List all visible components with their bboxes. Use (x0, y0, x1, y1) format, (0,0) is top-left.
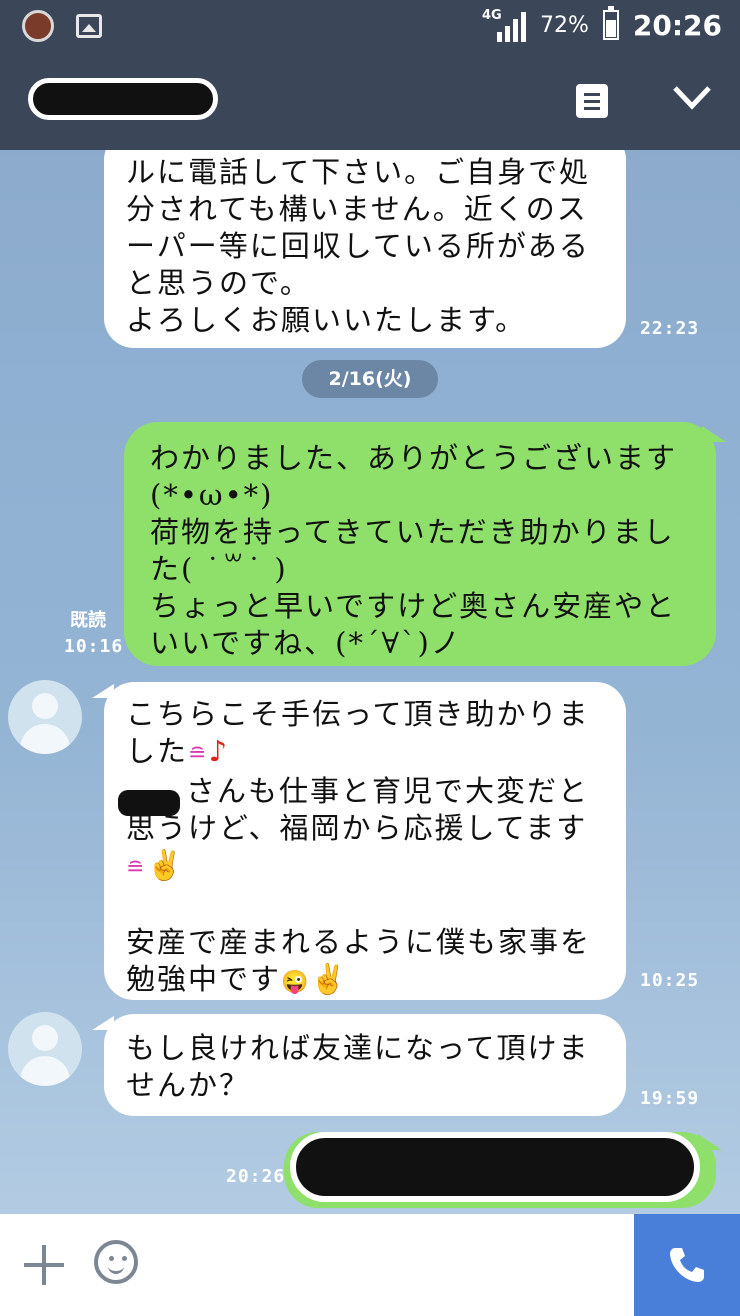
plus-icon[interactable] (22, 1243, 66, 1287)
read-receipt: 既読 (70, 610, 106, 631)
date-separator: 2/16(火) (302, 360, 438, 398)
message-line: こちらこそ手伝って頂き助かりま (126, 697, 590, 731)
signal-icon: 4G (482, 8, 526, 42)
smile-emoji-icon: ≘ (126, 856, 147, 881)
message-line: さんも仕事と育児で大変だと (186, 774, 590, 808)
contact-avatar[interactable] (8, 680, 82, 754)
status-clock: 20:26 (632, 8, 722, 42)
image-notification-icon (76, 14, 102, 38)
call-button[interactable] (634, 1214, 740, 1316)
smile-emoji-icon: ≘ (188, 742, 209, 767)
message-time: 22:23 (640, 318, 700, 339)
battery-icon (602, 6, 619, 40)
contact-avatar[interactable] (8, 1012, 82, 1086)
message-time: 10:25 (640, 970, 700, 991)
message-line: 安産で産まれるように僕も家事を (126, 925, 592, 959)
app-notification-icon (22, 10, 54, 42)
incoming-message[interactable]: もし良ければ友達になって頂けま せんか？ (104, 1014, 626, 1116)
message-time: 10:16 (64, 636, 124, 657)
status-bar: 4G 72% 20:26 (0, 0, 740, 52)
incoming-message[interactable]: ルに電話して下さい。ご自身で処 分されても構いません。近くのス ーパー等に回収し… (104, 150, 626, 348)
chat-messages[interactable]: ルに電話して下さい。ご自身で処 分されても構いません。近くのス ーパー等に回収し… (0, 150, 740, 1214)
input-bar (0, 1214, 740, 1316)
battery-percent: 72% (539, 12, 589, 38)
emoji-icon[interactable] (94, 1240, 138, 1284)
message-line: 勉強中です😜✌ (126, 962, 349, 996)
note-icon[interactable] (576, 84, 608, 118)
music-note-emoji-icon: ♪ (208, 734, 229, 768)
redacted-contact-name[interactable] (28, 78, 218, 120)
message-time: 19:59 (640, 1088, 700, 1109)
incoming-message[interactable]: こちらこそ手伝って頂き助かりま した≘♪ さんも仕事と育児で大変だと 思うけど、… (104, 682, 626, 1000)
victory-hand-emoji-icon: ✌ (310, 962, 349, 996)
message-line: ≘✌ (126, 847, 608, 887)
tongue-emoji-icon: 😜 (281, 970, 311, 995)
redacted-message (290, 1132, 700, 1202)
redacted-name (118, 790, 180, 816)
outgoing-message[interactable]: わかりました、ありがとうございます (*•ω•*) 荷物を持ってきていただき助か… (124, 422, 716, 666)
chevron-down-icon[interactable] (672, 76, 712, 116)
phone-icon (670, 1248, 704, 1282)
message-line: した≘♪ (126, 734, 229, 768)
message-line: 思うけど、福岡から応援してます (126, 811, 588, 845)
victory-hand-emoji-icon: ✌ (146, 848, 185, 882)
message-time: 20:26 (226, 1166, 286, 1187)
chat-header (0, 52, 740, 150)
